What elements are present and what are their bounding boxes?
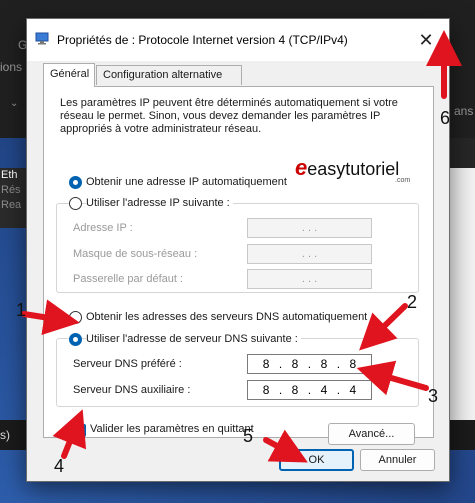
annotation-number-4: 4 (54, 456, 65, 476)
annotation-number-6: 6 (440, 108, 451, 128)
annotation-number-5: 5 (243, 426, 254, 446)
annotation-number-1: 1 (16, 300, 27, 320)
annotation-number-2: 2 (407, 292, 418, 312)
annotation-number-3: 3 (428, 386, 439, 406)
arrow-3 (356, 360, 429, 396)
arrow-1 (21, 299, 80, 335)
arrow-2 (359, 303, 408, 351)
arrow-4 (52, 409, 87, 459)
arrow-5 (263, 429, 308, 463)
tab-general[interactable]: Général (43, 63, 95, 87)
